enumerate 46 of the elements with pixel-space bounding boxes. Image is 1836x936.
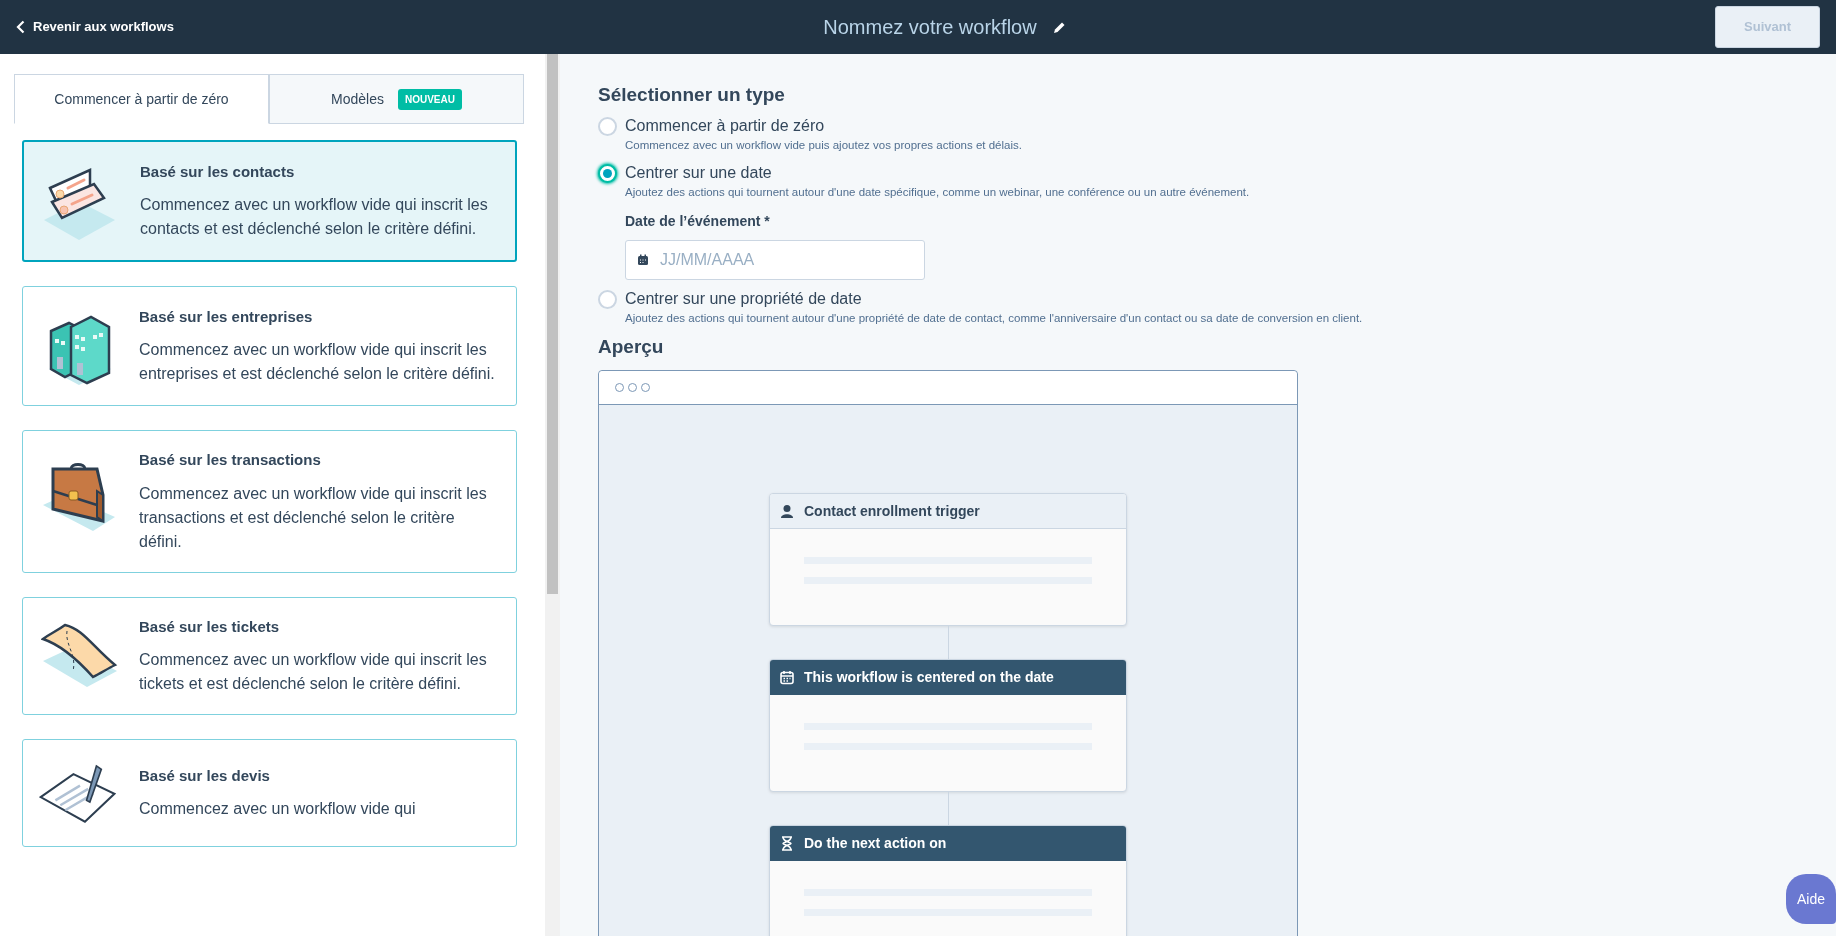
card-title: Basé sur les transactions: [139, 450, 322, 470]
object-card[interactable]: Basé sur les tickets Commencez avec un workflow vide qui inscrit les tickets et est déclenché selon le critère défini.: [22, 596, 517, 715]
card-title: Basé sur les entreprises: [139, 306, 314, 327]
section-heading: Aperçu: [598, 335, 665, 359]
new-badge: NOUVEAU: [397, 88, 462, 110]
object-card[interactable]: Basé sur les contacts Commencez avec un workflow vide qui inscrit les contacts et est déclenché selon le critère défini.: [22, 140, 517, 262]
person-icon: [780, 503, 794, 519]
radio-button[interactable]: [598, 290, 617, 310]
tab[interactable]: Modèles NOUVEAU: [269, 74, 524, 124]
node-title: This workflow is centered on the date: [804, 668, 1054, 688]
help-button[interactable]: Aide: [1786, 874, 1836, 924]
option-label: Commencer à partir de zéro: [625, 115, 826, 136]
card-title: Basé sur les devis: [139, 765, 271, 786]
option-description: Ajoutez des actions qui tournent autour d'une date spécifique, comme un webinar, une conférence ou un autre événement.: [625, 185, 1250, 201]
pencil-icon[interactable]: [1052, 20, 1066, 34]
hourglass-icon: [780, 836, 794, 852]
object-card[interactable]: Basé sur les entreprises Commencez avec un workflow vide qui inscrit les entreprises et est déclenché selon le critère défini.: [22, 286, 517, 406]
card-description: Commencez avec un workflow vide qui inscrit les entreprises et est déclenché selon le critère défini.: [139, 340, 496, 385]
workflow-name[interactable]: Nommez votre workflow: [823, 12, 1037, 42]
card-description: Commencez avec un workflow vide qui inscrit les transactions et est déclenché selon le critère défini.: [139, 483, 488, 552]
card-title: Basé sur les contacts: [140, 161, 296, 182]
tab[interactable]: Commencer à partir de zéro: [14, 74, 269, 124]
radio-button[interactable]: [598, 116, 617, 136]
object-card[interactable]: Basé sur les transactions Commencez avec un workflow vide qui inscrit les transactions et est déclenché selon le critère défini.: [22, 430, 517, 573]
section-heading: Sélectionner un type: [598, 84, 786, 107]
card-description: Commencez avec un workflow vide qui inscrit les contacts et est déclenché selon le critère défini.: [140, 195, 489, 240]
scrollbar-thumb[interactable]: [547, 54, 558, 594]
back-link[interactable]: Revenir aux workflows: [16, 17, 174, 37]
object-card[interactable]: Basé sur les devis Commencez avec un workflow vide qui: [22, 739, 517, 847]
card-title: Basé sur les tickets: [139, 616, 281, 637]
calendar-icon: [780, 670, 794, 686]
tab-label: Modèles: [331, 89, 384, 109]
option-label: Centrer sur une date: [625, 163, 773, 184]
option-description: Commencez avec un workflow vide puis ajoutez vos propres actions et délais.: [625, 137, 1022, 153]
option-label: Centrer sur une propriété de date: [625, 289, 863, 310]
tab-label: Commencer à partir de zéro: [54, 89, 229, 109]
field-label: Date de l’événement *: [625, 212, 771, 232]
chevron-left-icon: [16, 20, 25, 34]
scrollbar[interactable]: [545, 54, 560, 936]
option-description: Ajoutez des actions qui tournent autour d'une propriété de date de contact, comme l'anniversaire d'un contact ou sa date de conversion en client.: [625, 311, 1363, 327]
node-title: Contact enrollment trigger: [804, 501, 980, 521]
node-title: Do the next action on: [804, 834, 947, 854]
card-description: Commencez avec un workflow vide qui: [139, 799, 416, 820]
radio-button[interactable]: [598, 164, 617, 184]
date-input-field[interactable]: JJ/MM/AAAA: [625, 240, 925, 281]
card-description: Commencez avec un workflow vide qui inscrit les tickets et est déclenché selon le critère défini.: [139, 650, 488, 694]
